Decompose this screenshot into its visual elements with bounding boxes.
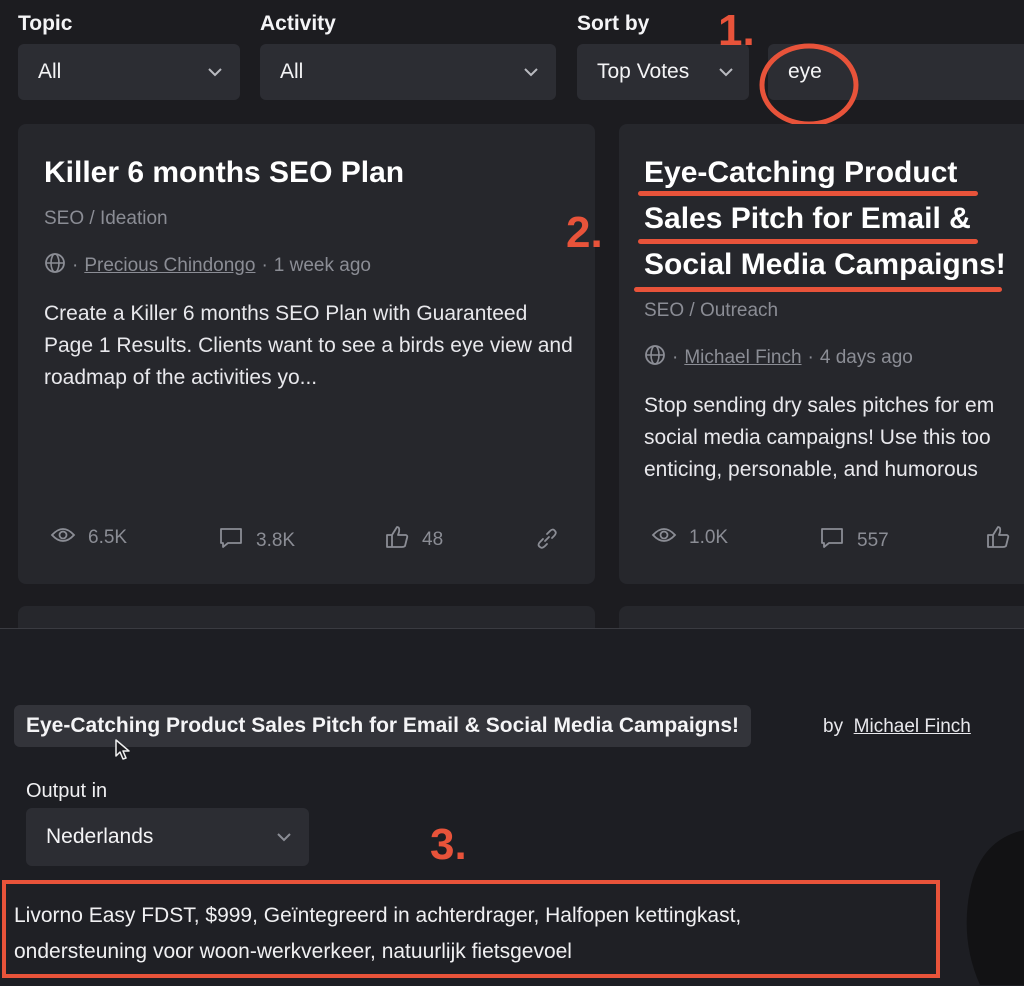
chevron-down-icon — [717, 60, 735, 84]
eye-icon — [651, 526, 677, 550]
topic-label: Topic — [18, 12, 73, 35]
annotation-1: 1. — [718, 6, 755, 55]
card-time: 4 days ago — [819, 347, 913, 368]
card-description: Create a Killer 6 months SEO Plan with G… — [44, 302, 573, 389]
tool-author-link[interactable]: Michael Finch — [854, 716, 971, 737]
prompt-input-line: Livorno Easy FDST, $999, Geïntegreerd in… — [14, 904, 742, 927]
sort-value: Top Votes — [597, 60, 689, 83]
card-meta: · Michael Finch · 4 days ago — [644, 344, 913, 372]
likes-stat[interactable]: 48 — [384, 524, 443, 556]
sort-label: Sort by — [577, 12, 650, 35]
chevron-down-icon — [522, 60, 540, 84]
annotation-circle — [759, 43, 859, 127]
title-underline — [634, 287, 1002, 292]
comment-icon — [218, 526, 244, 556]
chevron-down-icon — [275, 825, 293, 849]
output-language-value: Nederlands — [46, 825, 154, 848]
thumbs-up-icon — [384, 524, 410, 556]
comments-stat[interactable]: 557 — [819, 526, 889, 556]
topic-select[interactable]: All — [18, 44, 240, 100]
activity-select[interactable]: All — [260, 44, 556, 100]
views-stat: 1.0K — [651, 526, 728, 550]
annotation-2: 2. — [566, 208, 603, 257]
title-underline — [638, 239, 978, 244]
card-author-link[interactable]: Michael Finch — [684, 347, 801, 369]
globe-icon — [44, 252, 66, 280]
topic-value: All — [38, 60, 62, 83]
prompt-input[interactable]: Livorno Easy FDST, $999, Geïntegreerd in… — [2, 880, 940, 978]
card-description: Stop sending dry sales pitches for em so… — [644, 394, 995, 481]
views-stat: 6.5K — [50, 526, 127, 550]
mouse-cursor-icon — [114, 738, 132, 767]
tool-byline: by Michael Finch — [823, 716, 971, 737]
output-language-select[interactable]: Nederlands — [26, 808, 309, 866]
card-time: 1 week ago — [273, 255, 371, 276]
prompt-input-line: ondersteuning voor woon-werkverkeer, nat… — [14, 940, 572, 963]
activity-label: Activity — [260, 12, 336, 35]
card-author-link[interactable]: Precious Chindongo — [84, 255, 255, 277]
card-title[interactable]: Eye-Catching Product Sales Pitch for Ema… — [644, 150, 1006, 288]
comment-icon — [819, 526, 845, 556]
card-category: SEO / Outreach — [644, 300, 779, 321]
presenter-silhouette — [966, 830, 1024, 985]
activity-value: All — [280, 60, 304, 83]
eye-icon — [50, 526, 76, 550]
link-icon[interactable] — [534, 526, 560, 557]
card-meta: · Precious Chindongo · 1 week ago — [44, 252, 371, 280]
prompt-card[interactable]: Killer 6 months SEO Plan SEO / Ideation … — [18, 124, 595, 584]
thumbs-up-icon[interactable] — [985, 524, 1011, 555]
output-label: Output in — [26, 780, 108, 802]
card-title[interactable]: Killer 6 months SEO Plan — [44, 150, 404, 196]
chevron-down-icon — [206, 60, 224, 84]
annotation-3: 3. — [430, 820, 467, 869]
globe-icon — [644, 344, 666, 372]
title-underline — [638, 191, 978, 196]
card-category: SEO / Ideation — [44, 208, 168, 229]
comments-stat[interactable]: 3.8K — [218, 526, 295, 556]
